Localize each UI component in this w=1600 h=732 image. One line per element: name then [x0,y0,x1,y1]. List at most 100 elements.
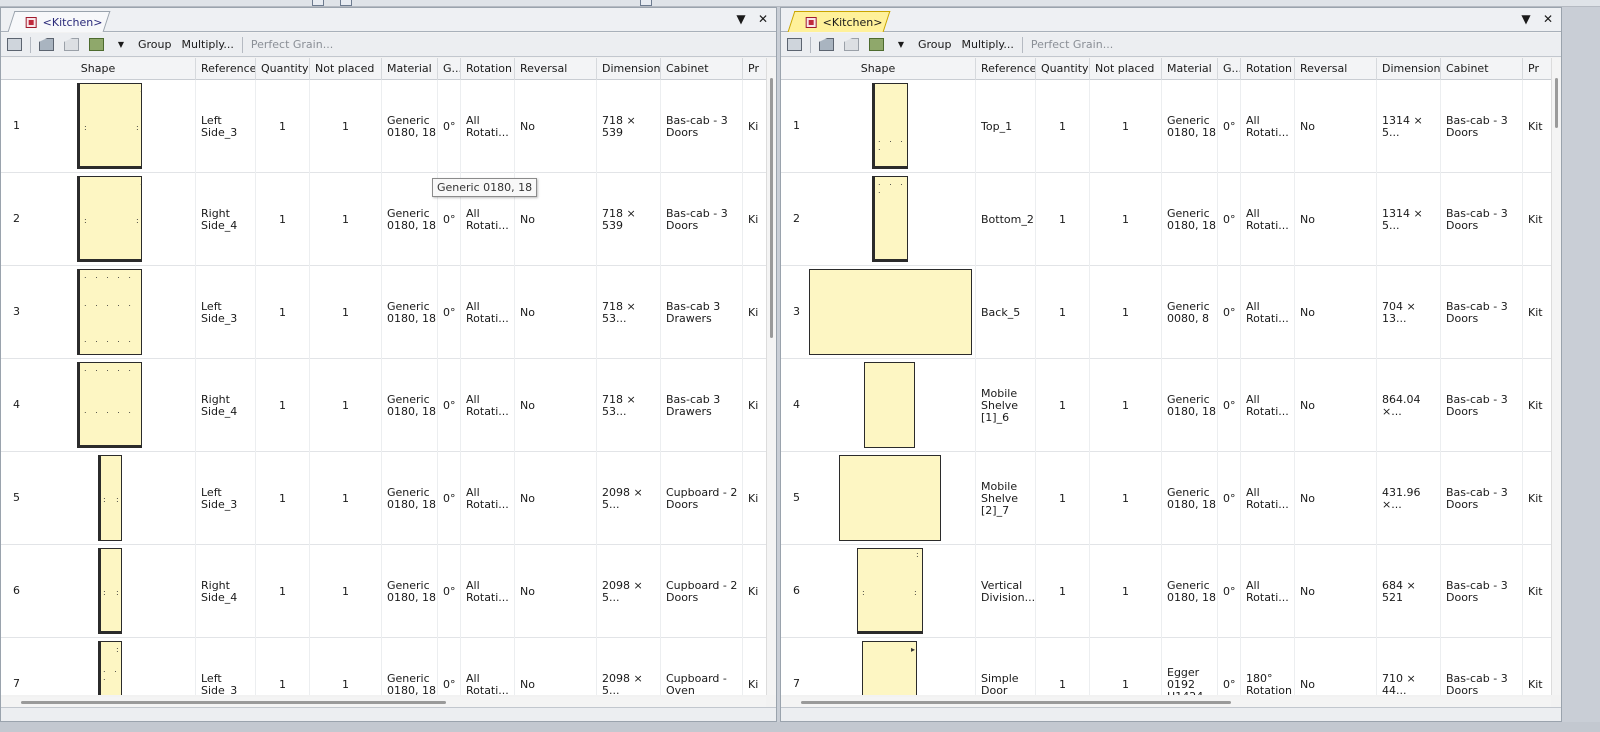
cell-cabinet[interactable]: Bas-cab - 3 Doors [1441,80,1523,173]
shape-cell[interactable]: 3 [781,266,976,359]
shape-cell[interactable]: 6::: [781,545,976,638]
cell-pr[interactable]: Kit [1523,80,1553,173]
multiply-button[interactable]: Multiply... [960,36,1016,54]
column-header-rotation[interactable]: Rotation [1241,58,1295,80]
cell-pr[interactable]: Kit [1523,266,1553,359]
column-header-quantity[interactable]: Quantity [1036,58,1090,80]
cell-not-placed[interactable]: 1 [1090,173,1162,266]
piece-edit-button[interactable] [842,36,861,54]
column-header-reversal[interactable]: Reversal [1295,58,1377,80]
column-header-reference[interactable]: Reference [196,58,256,80]
panel-menu-icon[interactable]: ▼ [1519,12,1533,26]
table-row[interactable]: 5:: Left Side_3 1 1 Generic 0180, 18 0° All Ro… [1,452,773,545]
cell-reversal[interactable]: No [1295,266,1377,359]
cell-reference[interactable]: Right Side_4 [196,359,256,452]
cell-rotation[interactable]: All Rotati... [461,452,515,545]
cell-cabinet[interactable]: Bas-cab - 3 Doors [1441,359,1523,452]
export-button[interactable] [87,36,106,54]
shape-cell[interactable]: 5:: [1,452,196,545]
cell-cabinet[interactable]: Bas-cab 3 Drawers [661,359,743,452]
cell-quantity[interactable]: 1 [256,80,310,173]
cell-not-placed[interactable]: 1 [1090,545,1162,638]
cell-dimension[interactable]: 718 × 53... [597,266,661,359]
cell-reversal[interactable]: No [1295,80,1377,173]
column-header-reference[interactable]: Reference [976,58,1036,80]
shape-cell[interactable]: 1 . . . . [781,80,976,173]
cell-rotation[interactable]: All Rotati... [1241,266,1295,359]
cell-material[interactable]: Egger 0192 H1424 [1162,638,1218,695]
table-row[interactable]: 2::. Right Side_4 1 1 Generic 0180, 18 0° All … [1,173,773,266]
cell-reversal[interactable]: No [1295,173,1377,266]
cell-dimension[interactable]: 704 × 13... [1377,266,1441,359]
cell-dimension[interactable]: 718 × 539 [597,173,661,266]
cell-reference[interactable]: Simple Door [976,638,1036,695]
cell-quantity[interactable]: 1 [256,266,310,359]
cell-reference[interactable]: Left Side_3 [196,452,256,545]
shape-cell[interactable]: 4 [781,359,976,452]
cell-cabinet[interactable]: Bas-cab - 3 Doors [1441,545,1523,638]
table-row[interactable]: 7▸Simple Door11Egger 0192 H14240°180° Ro… [781,638,1553,695]
table-row[interactable]: 4. . . . .. . . . . Right Side_4 1 1 Generic… [1,359,773,452]
column-header-grain[interactable]: G... [1218,58,1241,80]
cell-dimension[interactable]: 431.96 ×... [1377,452,1441,545]
cell-cabinet[interactable]: Bas-cab 3 Drawers [661,266,743,359]
cell-cabinet[interactable]: Cupboard - Oven [661,638,743,695]
cell-reversal[interactable]: No [1295,359,1377,452]
cell-pr[interactable]: Kit [1523,545,1553,638]
cell-reversal[interactable]: No [1295,638,1377,695]
table-row[interactable]: 5 Mobile Shelve [2]_7 1 1 Generic 0180, 18 0°… [781,452,1553,545]
cell-quantity[interactable]: 1 [256,545,310,638]
cell-rotation[interactable]: All Rotati... [461,638,515,695]
piece-edit-button[interactable] [62,36,81,54]
cell-rotation[interactable]: All Rotati... [461,359,515,452]
group-button[interactable]: Group [916,36,954,54]
cell-material[interactable]: Generic 0180, 18 [382,359,438,452]
cell-cabinet[interactable]: Cupboard - 2 Doors [661,452,743,545]
cell-not-placed[interactable]: 1 [1090,266,1162,359]
cell-material[interactable]: Generic 0180, 18 [382,173,438,266]
cell-rotation[interactable]: All Rotati... [1241,359,1295,452]
cell-reversal[interactable]: No [1295,545,1377,638]
cell-cabinet[interactable]: Cupboard - 2 Doors [661,545,743,638]
vertical-scrollbar[interactable] [766,58,776,695]
cell-material[interactable]: Generic 0180, 18 [1162,359,1218,452]
cell-material[interactable]: Generic 0180, 18 [382,266,438,359]
cell-rotation[interactable]: All Rotati... [1241,80,1295,173]
shape-cell[interactable]: 5 [781,452,976,545]
column-header-shape[interactable]: Shape [1,58,196,80]
cell-quantity[interactable]: 1 [1036,173,1090,266]
cell-not-placed[interactable]: 1 [310,638,382,695]
cell-grain[interactable]: 0° [1218,452,1241,545]
cell-material[interactable]: Generic 0080, 8 [1162,266,1218,359]
cell-grain[interactable]: 0° [1218,545,1241,638]
shape-cell[interactable]: 2::. [1,173,196,266]
cell-material[interactable]: Generic 0180, 18 [1162,452,1218,545]
toolbar-toggle-icon[interactable] [312,0,324,6]
cell-dimension[interactable]: 710 × 44... [1377,638,1441,695]
column-header-rotation[interactable]: Rotation [461,58,515,80]
cell-reference[interactable]: Left Side_3 [196,80,256,173]
cell-dimension[interactable]: 1314 × 5... [1377,80,1441,173]
cell-quantity[interactable]: 1 [256,359,310,452]
cell-reversal[interactable]: No [515,545,597,638]
cell-grain[interactable]: 0° [1218,359,1241,452]
cell-quantity[interactable]: 1 [256,173,310,266]
column-header-pr[interactable]: Pr [1523,58,1553,80]
tab-kitchen-active[interactable]: <Kitchen> [787,11,891,32]
cell-cabinet[interactable]: Bas-cab - 3 Doors [1441,266,1523,359]
cell-grain[interactable]: 0° [438,638,461,695]
table-row[interactable]: 2. . . . Bottom_2 1 1 Generic 0180, 18 0° All … [781,173,1553,266]
cell-cabinet[interactable]: Bas-cab - 3 Doors [1441,452,1523,545]
column-header-reversal[interactable]: Reversal [515,58,597,80]
cell-quantity[interactable]: 1 [1036,359,1090,452]
cell-reference[interactable]: Right Side_4 [196,173,256,266]
cell-dimension[interactable]: 684 × 521 [1377,545,1441,638]
cell-grain[interactable]: 0° [438,359,461,452]
cell-grain[interactable]: 0° [438,545,461,638]
cell-grain[interactable]: 0° [438,452,461,545]
piece-button[interactable] [817,36,836,54]
column-header-dimension[interactable]: Dimension [1377,58,1441,80]
column-header-material[interactable]: Material [382,58,438,80]
cell-cabinet[interactable]: Bas-cab - 3 Doors [1441,638,1523,695]
cell-rotation[interactable]: All Rotati... [461,266,515,359]
